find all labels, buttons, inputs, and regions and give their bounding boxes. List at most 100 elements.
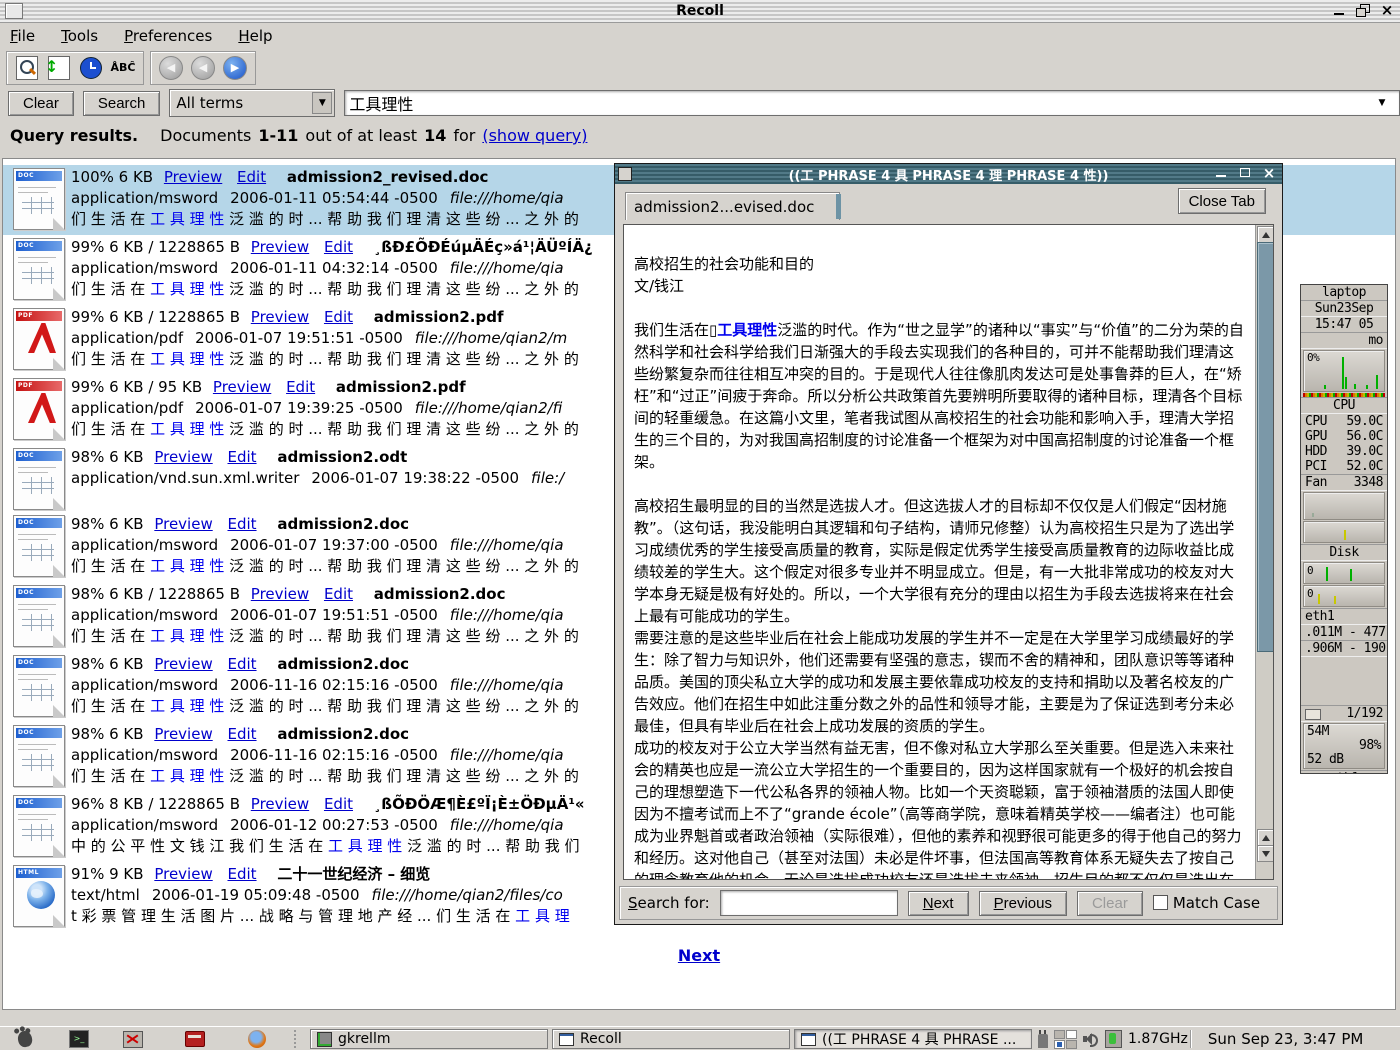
edit-link[interactable]: Edit [286,378,315,396]
edit-link[interactable]: Edit [237,168,266,186]
result-url: file:///home/qian2/files/co [372,886,563,904]
preview-scrollbar[interactable] [1255,225,1273,879]
restore-icon[interactable] [1354,3,1372,18]
first-page-icon[interactable]: ◀ [157,54,185,82]
scrollbar-thumb[interactable] [1257,242,1274,652]
fan-slider[interactable] [1303,492,1385,520]
chevron-down-icon[interactable]: ▼ [312,92,332,114]
prev-page-icon[interactable]: ◀ [189,54,217,82]
search-input[interactable] [344,90,1400,116]
search-mode-select[interactable]: All terms ▼ [169,89,335,117]
task-gkrellm[interactable]: gkrellm [310,1029,548,1049]
task-preview[interactable]: ((工 PHRASE 4 具 PHRASE ... [794,1029,1032,1049]
preview-link[interactable]: Preview [251,795,309,813]
result-url: file:///home/qia [450,259,564,277]
terminal-launcher-icon[interactable]: >_ [68,1029,90,1049]
clear-button[interactable]: Clear [8,91,74,116]
menu-tools[interactable]: Tools [61,27,98,45]
sort-icon[interactable]: ↕ [45,54,73,82]
menu-file[interactable]: File [10,27,35,45]
scroll-up-icon[interactable] [1257,226,1274,243]
lock-screen-icon[interactable] [122,1029,144,1049]
menu-bar: File Tools Preferences Help [0,23,1400,49]
preview-link[interactable]: Preview [154,655,212,673]
preview-link[interactable]: Preview [154,865,212,883]
preview-tab[interactable]: admission2...evised.doc [625,192,840,220]
preview-link[interactable]: Preview [251,308,309,326]
text-editor-icon[interactable] [184,1029,206,1049]
hostname: laptop [1301,285,1387,300]
preview-titlebar[interactable]: ((工 PHRASE 4 具 PHRASE 4 理 PHRASE 4 性)) × [615,164,1282,184]
result-url: file:///home/qia [450,746,564,764]
edit-link[interactable]: Edit [228,448,257,466]
preview-close-icon[interactable]: × [1260,166,1278,180]
preview-link[interactable]: Preview [154,515,212,533]
result-url: file:///home/qia [450,606,564,624]
speaker-icon[interactable] [1083,1032,1099,1046]
gkrellm-task-icon [317,1032,332,1047]
search-button[interactable]: Search [83,91,161,116]
result-title: admission2_revised.doc [287,168,489,186]
edit-link[interactable]: Edit [228,655,257,673]
edit-link[interactable]: Edit [228,865,257,883]
preview-link[interactable]: Preview [154,448,212,466]
next-page-link[interactable]: Next [678,946,720,965]
next-page-icon[interactable]: ▶ [221,54,249,82]
power-plug-icon[interactable] [1038,1034,1048,1048]
envelope-icon [1305,709,1321,720]
preview-text-area[interactable]: 高校招生的社会功能和目的 文/钱江 我们生活在▯工具理性泛滥的时代。作为“世之显… [623,224,1274,880]
result-mime: application/msword [71,606,218,624]
menu-help[interactable]: Help [238,27,272,45]
show-query-link[interactable]: (show query) [482,126,587,145]
scroll-up2-icon[interactable] [1257,829,1274,846]
find-label: Search for: [628,894,710,912]
menu-preferences[interactable]: Preferences [124,27,212,45]
find-next-button[interactable]: Next [908,891,969,916]
result-url: file:///home/qia [450,816,564,834]
taskbar-clock[interactable]: Sun Sep 23, 3:47 PM [1208,1030,1363,1048]
search-history-chevron-icon[interactable]: ▼ [1374,95,1390,111]
result-datetime: 2006-01-11 05:54:44 -0500 [230,189,438,207]
edit-link[interactable]: Edit [228,515,257,533]
preview-link[interactable]: Preview [154,725,212,743]
find-clear-button: Clear [1077,891,1143,916]
advanced-search-icon[interactable] [13,54,41,82]
preview-link[interactable]: Preview [164,168,222,186]
task-recoll[interactable]: Recoll [552,1029,790,1049]
find-previous-button[interactable]: Previous [979,891,1067,916]
fan-slider2[interactable] [1303,521,1385,543]
preview-maximize-icon[interactable] [1236,166,1254,180]
gnome-menu-icon[interactable] [14,1029,36,1049]
main-window-titlebar[interactable]: Recoll × [0,0,1400,23]
term-explorer-icon[interactable]: ÅBĈ [109,54,137,82]
preview-link[interactable]: Preview [251,238,309,256]
scroll-down-icon[interactable] [1257,845,1274,862]
edit-link[interactable]: Edit [324,238,353,256]
workspace-pager[interactable] [1054,1030,1077,1049]
close-tab-button[interactable]: Close Tab [1178,188,1266,214]
doc-title: 高校招生的社会功能和目的 [634,253,1247,275]
firefox-icon[interactable] [246,1029,268,1049]
edit-link[interactable]: Edit [324,308,353,326]
window-title: Recoll [0,3,1400,19]
preview-window-title: ((工 PHRASE 4 具 PHRASE 4 理 PHRASE 4 性)) [615,165,1282,184]
edit-link[interactable]: Edit [324,795,353,813]
close-icon[interactable]: × [1378,3,1396,18]
preview-link[interactable]: Preview [213,378,271,396]
edit-link[interactable]: Edit [324,585,353,603]
minimize-icon[interactable] [1330,3,1348,18]
doc-paragraph: 成功的校友对于公立大学当然有益无害，但不像对私立大学那么至关重要。但是选入未来社… [634,737,1247,880]
doc-file-icon: DOC [9,794,71,860]
match-case-checkbox[interactable]: Match Case [1153,894,1260,912]
time-readout: 15:47 05 [1301,317,1387,332]
result-datetime: 2006-01-07 19:51:51 -0500 [195,329,403,347]
preview-link[interactable]: Preview [251,585,309,603]
preview-minimize-icon[interactable] [1212,166,1230,180]
doc-byline: 文/钱江 [634,275,1247,297]
history-icon[interactable] [77,54,105,82]
cpu-frequency-icon[interactable] [1105,1030,1122,1048]
gkrellm-monitor: laptop Sun23Sep 15:47 05 mo 0% CPU CPU59… [1300,284,1388,774]
result-score: 98% 6 KB [71,725,144,743]
find-input[interactable] [720,890,898,916]
edit-link[interactable]: Edit [228,725,257,743]
